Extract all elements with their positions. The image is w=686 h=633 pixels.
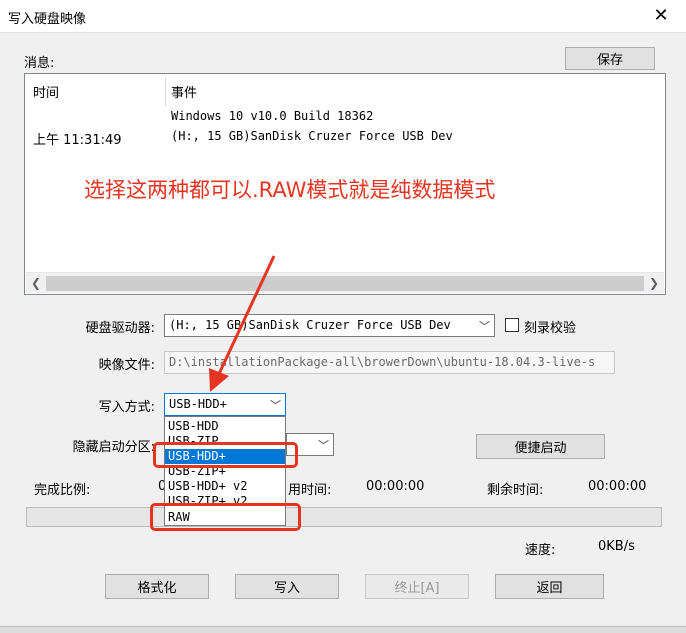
arrow-shaft (216, 255, 276, 377)
annotation-arrow (209, 255, 276, 392)
